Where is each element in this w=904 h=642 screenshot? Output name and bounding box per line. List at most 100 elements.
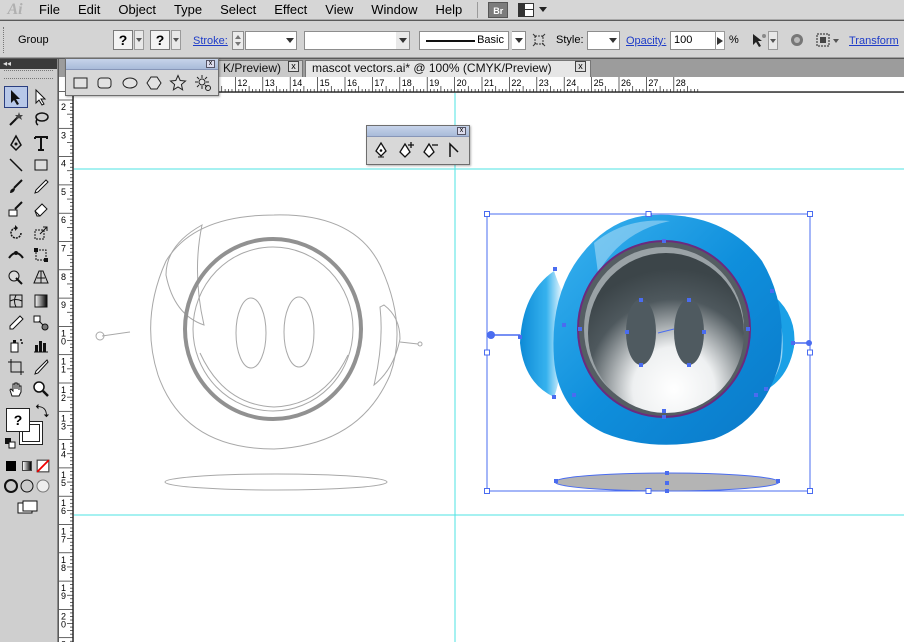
zoom-tool[interactable] [29, 378, 53, 400]
close-tab-1-button[interactable]: x [288, 61, 299, 72]
rotate-tool[interactable] [4, 222, 28, 244]
blend-tool[interactable] [29, 312, 53, 334]
default-fill-stroke[interactable] [4, 437, 16, 449]
paintbrush-tool[interactable] [4, 176, 28, 198]
variable-width-profile[interactable] [304, 31, 398, 50]
recolor-dropdown[interactable] [768, 31, 778, 50]
mascot-outline[interactable] [95, 214, 423, 491]
magic-wand-tool[interactable] [4, 108, 28, 130]
eyedropper-tool[interactable] [4, 312, 28, 334]
brush-definition[interactable]: Basic [419, 31, 509, 50]
document-tab-2[interactable]: mascot vectors.ai* @ 100% (CMYK/Preview) [305, 60, 591, 77]
color-mode-button[interactable] [4, 459, 18, 473]
bbox-handle-tr[interactable] [807, 211, 813, 217]
mascot-colored[interactable] [487, 213, 812, 493]
bbox-handle-r[interactable] [807, 349, 813, 356]
menu-window[interactable]: Window [362, 0, 426, 20]
align-options-icon[interactable] [814, 31, 832, 49]
align-dropdown[interactable] [832, 31, 840, 50]
stroke-swatch[interactable]: ? [150, 30, 170, 50]
variable-width-dropdown[interactable] [396, 31, 410, 50]
perspective-grid-tool[interactable] [29, 266, 53, 288]
panel-titlebar[interactable]: x [367, 126, 469, 137]
menu-effect[interactable]: Effect [265, 0, 316, 20]
line-segment-tool[interactable] [4, 154, 28, 176]
recolor-artwork-icon[interactable] [750, 31, 768, 49]
gradient-tool[interactable] [29, 290, 53, 312]
fill-color-front[interactable]: ? [6, 408, 30, 432]
type-tool[interactable] [29, 132, 53, 154]
shape-builder-tool[interactable] [4, 266, 28, 288]
eraser-tool[interactable] [29, 198, 53, 220]
close-tab-2-button[interactable]: x [575, 61, 586, 72]
flare-tool[interactable] [192, 73, 214, 93]
screen-mode-button[interactable] [16, 499, 40, 517]
tools-collapse-toggle[interactable]: ◂◂ [0, 59, 57, 69]
bbox-handle-tl[interactable] [484, 211, 490, 217]
opacity-slider-toggle[interactable] [715, 31, 725, 50]
artboard-canvas[interactable] [74, 93, 904, 642]
menu-edit[interactable]: Edit [69, 0, 109, 20]
symbol-sprayer-icon[interactable] [788, 31, 806, 49]
bbox-handle-bl[interactable] [484, 488, 490, 494]
blob-brush-tool[interactable] [4, 198, 28, 220]
scale-tool[interactable] [29, 222, 53, 244]
control-bar-grip[interactable] [3, 27, 6, 53]
stroke-dropdown[interactable] [171, 30, 181, 50]
lasso-tool[interactable] [29, 108, 53, 130]
convert-anchor-point-tool[interactable] [443, 140, 465, 160]
swap-fill-stroke[interactable] [34, 403, 50, 418]
opacity-field[interactable]: 100 [670, 31, 716, 50]
star-tool[interactable] [167, 73, 189, 93]
graphic-style-swatch[interactable] [587, 31, 607, 50]
artboard-tool[interactable] [4, 356, 28, 378]
drawing-modes[interactable] [2, 477, 54, 495]
stroke-weight-field[interactable] [245, 31, 285, 50]
column-graph-tool[interactable] [29, 334, 53, 356]
menu-select[interactable]: Select [211, 0, 265, 20]
fill-swatch[interactable]: ? [113, 30, 133, 50]
slice-tool[interactable] [29, 356, 53, 378]
stroke-panel-link[interactable]: Stroke: [193, 35, 228, 47]
menu-type[interactable]: Type [165, 0, 211, 20]
graphic-style-dropdown[interactable] [606, 31, 620, 50]
fill-dropdown[interactable] [134, 30, 144, 50]
stroke-weight-spinner[interactable] [232, 31, 244, 50]
gradient-mode-button[interactable] [20, 459, 34, 473]
vertical-ruler[interactable]: 23456789101112131415161718192021 [59, 92, 73, 642]
mesh-tool[interactable] [4, 290, 28, 312]
rounded-rectangle-tool[interactable] [94, 73, 116, 93]
isolate-icon[interactable] [530, 31, 548, 49]
pen-tool-button[interactable] [4, 132, 28, 154]
close-icon[interactable]: x [457, 127, 466, 135]
selection-tool[interactable] [4, 86, 28, 108]
bbox-handle-t[interactable] [645, 211, 652, 217]
menu-file[interactable]: File [30, 0, 69, 20]
pen-tool[interactable] [371, 140, 393, 160]
close-icon[interactable]: x [206, 60, 215, 68]
symbol-sprayer-tool[interactable] [4, 334, 28, 356]
opacity-panel-link[interactable]: Opacity: [626, 35, 666, 47]
bbox-handle-br[interactable] [807, 488, 813, 494]
pencil-tool[interactable] [29, 176, 53, 198]
polygon-tool[interactable] [143, 73, 165, 93]
delete-anchor-point-tool[interactable] [419, 140, 441, 160]
tools-panel-grip[interactable] [4, 70, 53, 79]
menu-view[interactable]: View [316, 0, 362, 20]
menu-help[interactable]: Help [426, 0, 471, 20]
menu-object[interactable]: Object [109, 0, 165, 20]
brush-dropdown[interactable] [512, 31, 526, 50]
ellipse-tool[interactable] [119, 73, 141, 93]
hand-tool[interactable] [4, 378, 28, 400]
panel-titlebar[interactable]: x [66, 59, 218, 70]
bridge-button[interactable]: Br [488, 1, 509, 18]
transform-panel-link[interactable]: Transform [849, 35, 899, 47]
workspace-switcher[interactable] [518, 2, 548, 17]
add-anchor-point-tool[interactable] [395, 140, 417, 160]
free-transform-tool[interactable] [29, 244, 53, 266]
rectangle-tool-button[interactable] [29, 154, 53, 176]
direct-selection-tool[interactable] [29, 86, 53, 108]
bbox-handle-l[interactable] [484, 349, 490, 356]
none-mode-button[interactable] [36, 459, 50, 473]
stroke-weight-dropdown[interactable] [283, 31, 297, 50]
